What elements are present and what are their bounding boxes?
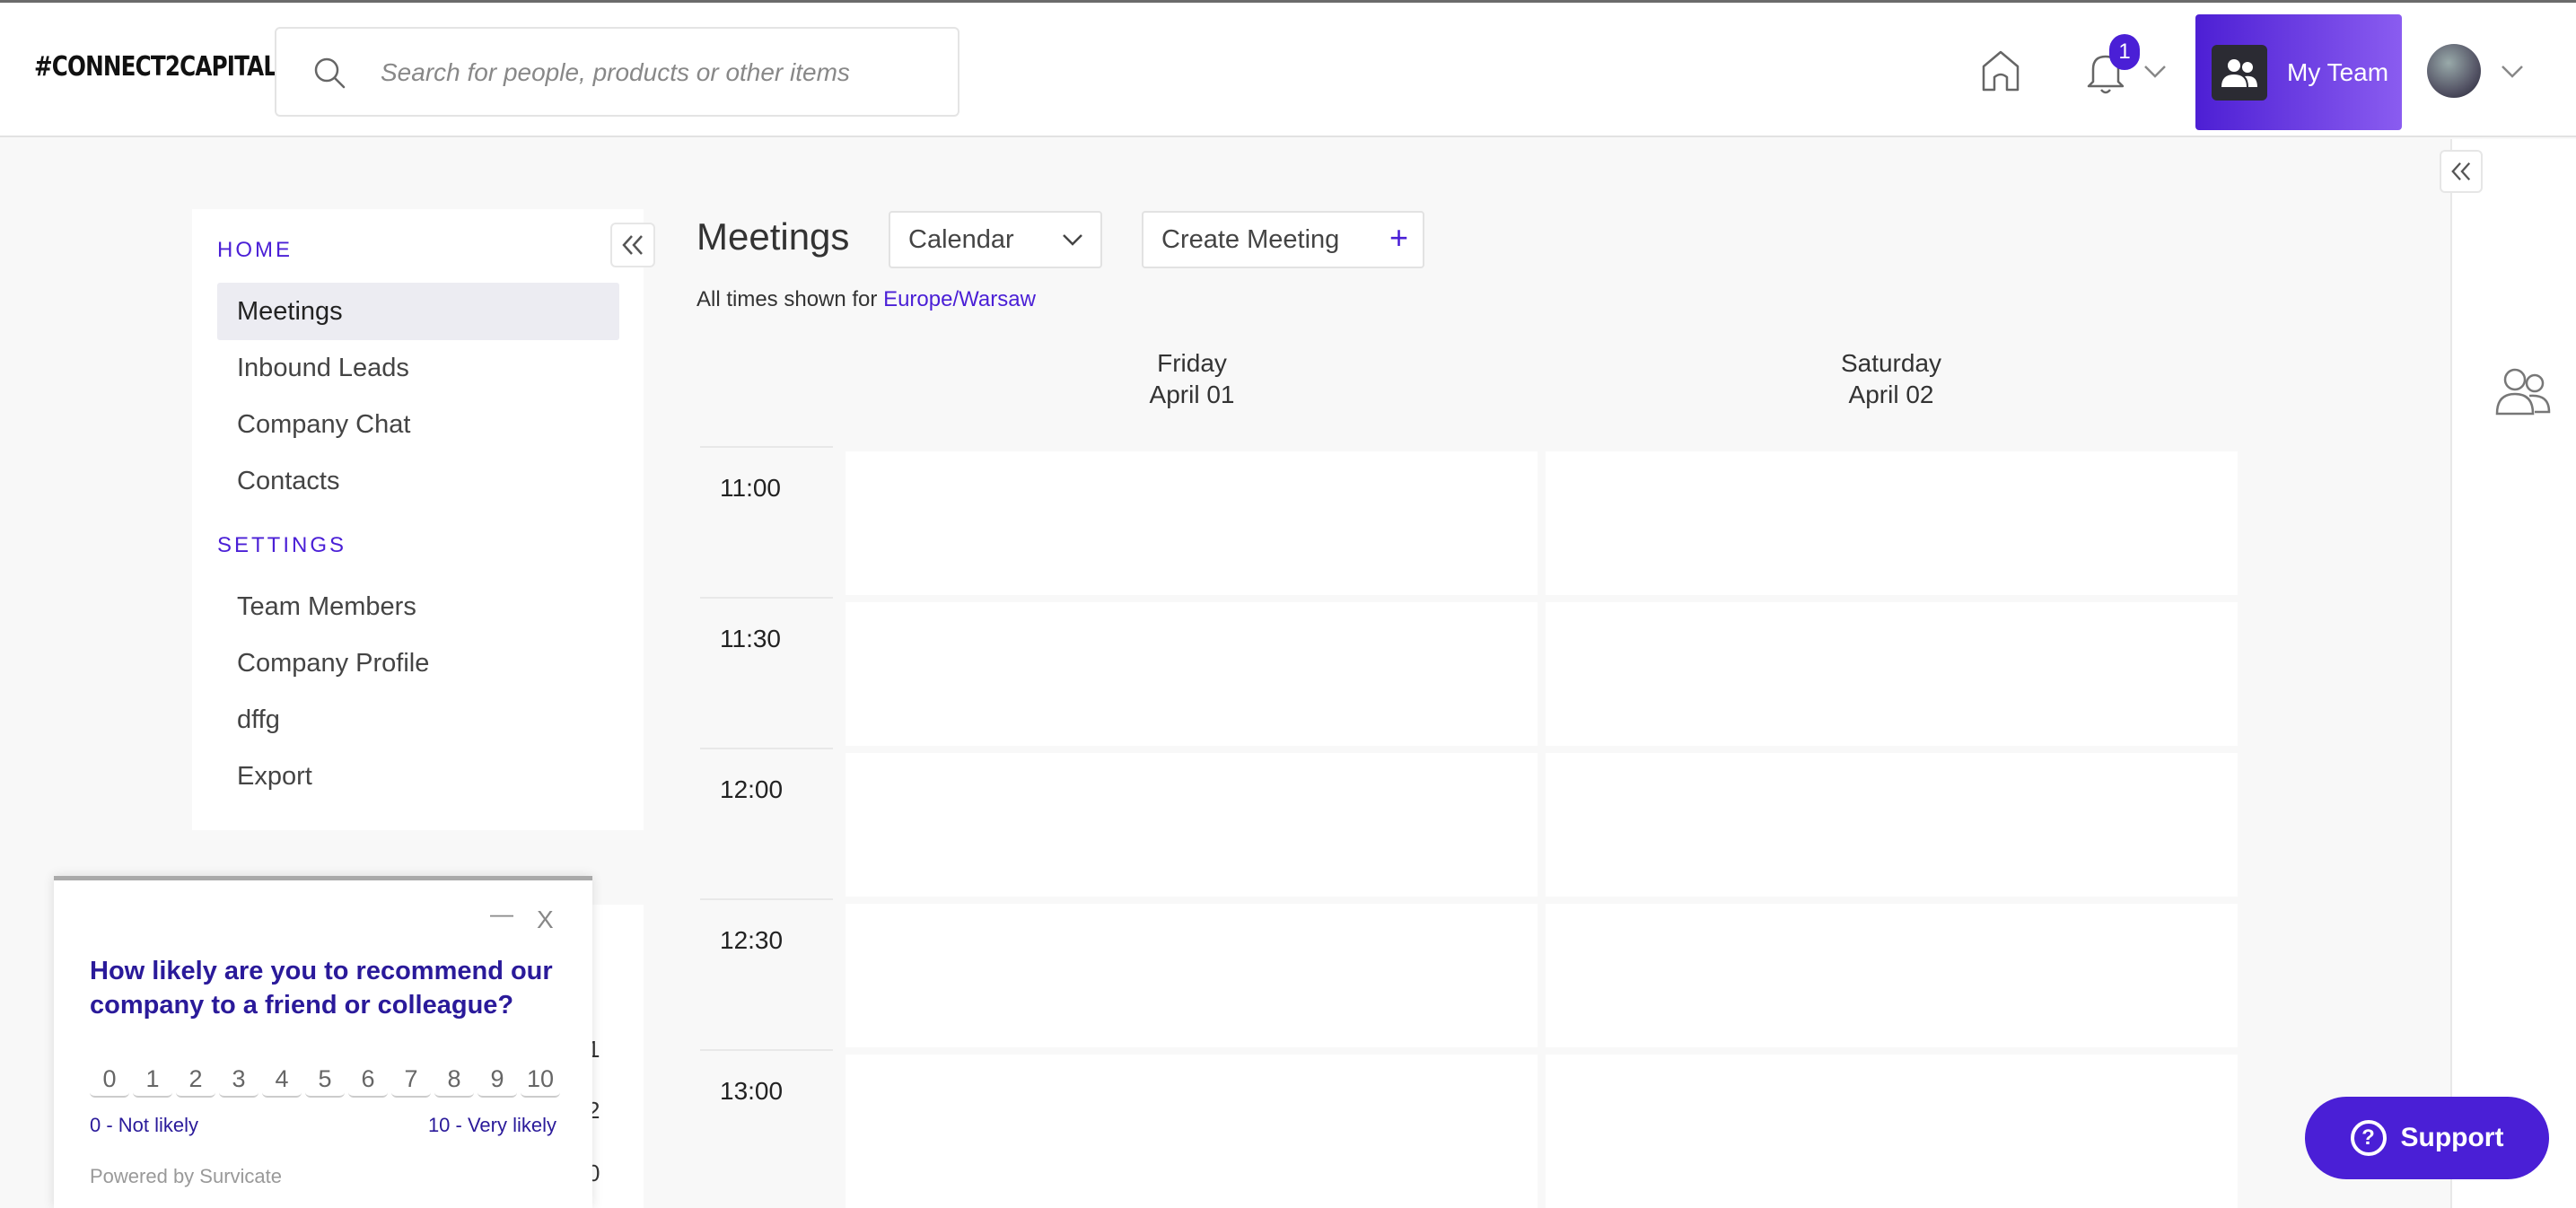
home-icon [1982,50,2020,92]
survey-score-option[interactable]: 7 [391,1060,431,1098]
time-row-divider [700,597,833,599]
survey-scale: 0 1 2 3 4 5 6 7 8 9 10 [90,1060,564,1098]
sidebar-item-inbound-leads[interactable]: Inbound Leads [217,339,619,397]
time-row-divider [700,446,833,448]
timezone-info: All times shown for Europe/Warsaw [697,287,1036,312]
my-team-label: My Team [2287,57,2389,86]
survey-score-option[interactable]: 3 [219,1060,258,1098]
time-row-divider [700,748,833,749]
double-chevron-left-icon [2451,162,2471,181]
view-select-value: Calendar [908,225,1014,254]
sidebar-item-company-chat[interactable]: Company Chat [217,396,619,453]
sidebar: HOME Meetings Inbound Leads Company Chat… [192,209,644,830]
survey-low-label: 0 - Not likely [90,1114,199,1136]
users-icon [2495,368,2551,416]
time-row-divider [700,898,833,900]
sidebar-item-meetings[interactable]: Meetings [217,283,619,340]
calendar-slot[interactable] [1546,753,2238,897]
page-title: Meetings [697,215,850,258]
my-team-button[interactable]: My Team [2195,14,2402,130]
calendar-slot[interactable] [846,904,1538,1047]
timezone-prefix: All times shown for [697,287,878,311]
sidebar-item-team-members[interactable]: Team Members [217,578,619,635]
search-input[interactable] [381,52,937,93]
team-icon [2212,44,2267,101]
time-label: 11:00 [720,474,781,502]
calendar-slot[interactable] [1546,1055,2238,1208]
notification-badge: 1 [2109,34,2140,70]
survey-score-option[interactable]: 6 [348,1060,388,1098]
support-button[interactable]: ? Support [2305,1097,2549,1179]
chevron-down-icon [1063,234,1082,246]
survey-score-option[interactable]: 0 [90,1060,129,1098]
time-label: 13:00 [720,1077,784,1105]
search-icon [314,57,346,89]
calendar-slot[interactable] [846,602,1538,746]
sidebar-item-export[interactable]: Export [217,748,619,805]
calendar-slot[interactable] [846,1055,1538,1208]
top-bar: #CONNECT2CAPITAL 1 My Team [0,0,2576,137]
plus-icon: + [1389,219,1408,256]
time-label: 11:30 [720,625,781,652]
sidebar-item-company-profile[interactable]: Company Profile [217,635,619,692]
right-panel-collapse-button[interactable] [2440,150,2483,193]
right-panel [2450,139,2576,1208]
survey-high-label: 10 - Very likely [427,1114,556,1136]
calendar-slot[interactable] [846,451,1538,595]
chevron-down-icon [2502,66,2523,78]
chevron-down-icon [2144,66,2166,78]
time-label: 12:00 [720,775,784,803]
day-header-saturday: Saturday April 02 [1546,347,2237,410]
survey-minimize-button[interactable]: — [490,900,513,928]
calendar-slot[interactable] [1546,904,2238,1047]
survey-score-option[interactable]: 9 [478,1060,517,1098]
calendar-slot[interactable] [1546,451,2238,595]
survey-powered-by: Powered by Survicate [90,1165,282,1187]
survey-score-option[interactable]: 2 [176,1060,215,1098]
day-header-friday: Friday April 01 [846,347,1538,410]
sidebar-item-contacts[interactable]: Contacts [217,452,619,510]
day-weekday: Saturday [1840,349,1942,377]
sidebar-item-dffg[interactable]: dffg [217,691,619,748]
avatar[interactable] [2427,44,2481,98]
profile-dropdown[interactable] [2499,58,2526,85]
sidebar-settings-title: SETTINGS [217,533,347,557]
survey-score-option[interactable]: 10 [521,1060,560,1098]
day-date: April 01 [1149,381,1235,408]
survey-close-button[interactable]: X [537,906,554,934]
day-date: April 02 [1848,381,1934,408]
survey-question: How likely are you to recommend our comp… [90,957,553,1020]
time-label: 12:30 [720,926,784,954]
time-row-divider [700,1049,833,1051]
double-chevron-left-icon [622,235,643,255]
sidebar-collapse-button[interactable] [610,223,655,267]
search-box[interactable] [275,27,959,117]
day-weekday: Friday [1157,349,1227,377]
survey-score-option[interactable]: 4 [262,1060,302,1098]
notifications-dropdown[interactable] [2142,58,2169,85]
help-icon: ? [2350,1120,2387,1156]
support-label: Support [2400,1123,2504,1152]
survey-score-option[interactable]: 1 [133,1060,172,1098]
contacts-panel-button[interactable] [2492,363,2554,419]
logo[interactable]: #CONNECT2CAPITAL [34,51,277,83]
create-meeting-label: Create Meeting [1161,225,1340,254]
nps-survey-popup: — X How likely are you to recommend our … [54,876,592,1208]
calendar-slot[interactable] [846,753,1538,897]
calendar-slot[interactable] [1546,602,2238,746]
create-meeting-button[interactable]: Create Meeting + [1142,211,1424,268]
timezone-link[interactable]: Europe/Warsaw [883,287,1036,311]
survey-score-option[interactable]: 8 [434,1060,474,1098]
sidebar-home-title: HOME [217,238,293,262]
home-button[interactable] [1978,46,2023,96]
survey-score-option[interactable]: 5 [305,1060,345,1098]
view-select[interactable]: Calendar [889,211,1102,268]
